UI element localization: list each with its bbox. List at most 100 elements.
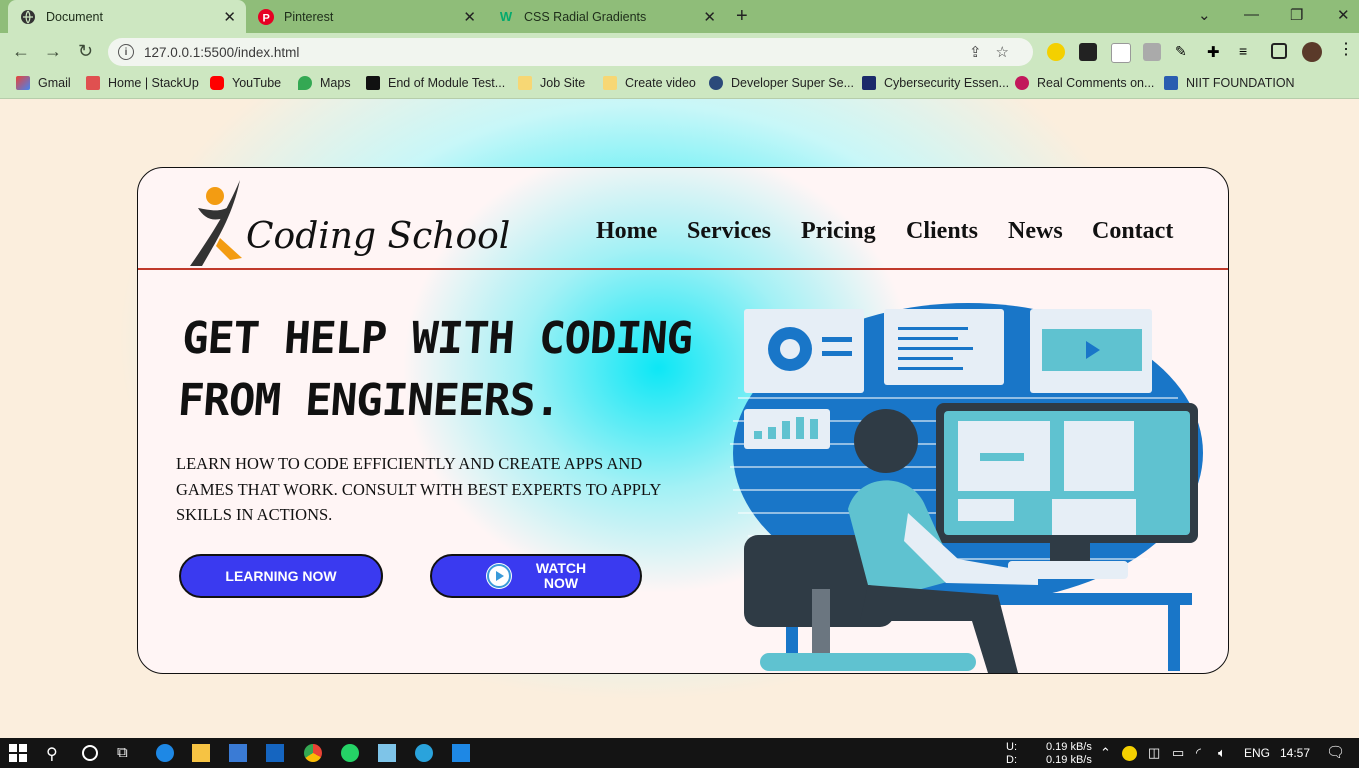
telegram-icon[interactable] <box>415 744 433 762</box>
mail-icon[interactable] <box>266 744 284 762</box>
nav-pricing[interactable]: Pricing <box>801 218 876 245</box>
info-icon[interactable]: i <box>118 44 134 60</box>
reload-icon[interactable]: ↻ <box>78 41 93 62</box>
bookmark-developer[interactable]: Developer Super Se... <box>709 76 854 90</box>
logo-figure-icon <box>190 180 242 266</box>
net-download-label: D: <box>1006 754 1017 766</box>
svg-text:P: P <box>263 12 270 24</box>
edge-icon[interactable] <box>156 744 174 762</box>
hero-headline: GET HELP WITH CODING FROM ENGINEERS. <box>176 308 694 432</box>
meet-icon[interactable]: ◫ <box>1148 745 1160 761</box>
url-text: 127.0.0.1:5500/index.html <box>144 44 300 60</box>
store-icon[interactable] <box>229 744 247 762</box>
w3schools-icon: W <box>499 9 513 24</box>
close-icon[interactable]: ✕ <box>703 8 716 26</box>
watch-now-label: WATCH NOW <box>535 560 587 591</box>
youtube-icon <box>210 76 224 90</box>
nav-services[interactable]: Services <box>687 218 771 245</box>
bookmark-job-site[interactable]: Job Site <box>518 76 585 90</box>
address-bar[interactable]: i 127.0.0.1:5500/index.html ⇪☆ <box>108 38 1033 66</box>
eyedropper-icon[interactable]: ✎ <box>1175 43 1193 61</box>
coding-illustration <box>730 303 1203 673</box>
headline-line-1: GET HELP WITH CODING <box>180 313 694 364</box>
tray-app-icon[interactable] <box>1122 746 1137 761</box>
search-icon[interactable]: ⚲ <box>46 744 64 763</box>
volume-icon[interactable]: 🔈︎ <box>1218 745 1226 761</box>
tab-title: Pinterest <box>284 9 334 24</box>
page-background: Coding School Home Services Pricing Clie… <box>0 99 1359 737</box>
learning-now-button[interactable]: LEARNING NOW <box>179 554 383 598</box>
whatsapp-icon[interactable] <box>341 744 359 762</box>
back-icon[interactable]: ← <box>12 41 30 62</box>
close-icon[interactable]: ✕ <box>223 8 236 26</box>
new-tab-icon[interactable]: + <box>736 5 748 28</box>
gmail-icon <box>16 76 30 90</box>
tab-title: CSS Radial Gradients <box>524 9 647 24</box>
windows-start-icon[interactable] <box>9 744 27 762</box>
task-view-icon[interactable]: ⧉ <box>117 744 135 762</box>
tab-css-radial[interactable]: W CSS Radial Gradients ✕ <box>488 0 726 33</box>
share-star-icons[interactable]: ⇪☆ <box>969 43 1023 61</box>
extension-icon[interactable] <box>1079 43 1097 61</box>
nav-contact[interactable]: Contact <box>1092 218 1173 245</box>
notification-icon[interactable]: 🗨︎ <box>1326 743 1345 761</box>
restore-icon[interactable]: ❐ <box>1290 6 1303 24</box>
language-indicator[interactable]: ENG <box>1244 746 1270 760</box>
media-icon[interactable]: ≡ <box>1239 43 1257 61</box>
file-explorer-icon[interactable] <box>192 744 210 762</box>
pinterest-icon: P <box>258 8 274 25</box>
bookmark-cybersecurity[interactable]: Cybersecurity Essen... <box>862 76 1009 90</box>
comments-icon <box>1015 76 1029 90</box>
bookmark-youtube[interactable]: YouTube <box>210 76 281 90</box>
play-icon <box>485 563 512 589</box>
bookmark-stackup[interactable]: Home | StackUp <box>86 76 199 90</box>
bookmarks-bar: Gmail Home | StackUp YouTube Maps End of… <box>0 70 1359 99</box>
chrome-icon[interactable] <box>304 744 322 762</box>
bookmark-real-comments[interactable]: Real Comments on... <box>1015 76 1154 90</box>
stackup-icon <box>86 76 100 90</box>
c7-icon <box>862 76 876 90</box>
chevron-up-icon[interactable]: ⌃ <box>1100 745 1111 761</box>
minimize-icon[interactable]: — <box>1244 6 1259 23</box>
net-upload-speed: 0.19 kB/s <box>1046 741 1092 753</box>
gc-icon <box>366 76 380 90</box>
headline-line-2: FROM ENGINEERS. <box>176 375 563 426</box>
browser-toolbar: ← → ↻ i 127.0.0.1:5500/index.html ⇪☆ ✎ ✚… <box>0 33 1359 70</box>
folder-icon <box>603 76 617 90</box>
puzzle-icon[interactable]: ✚ <box>1207 43 1225 61</box>
bookmark-end-module[interactable]: End of Module Test... <box>366 76 505 90</box>
maps-icon <box>298 76 312 90</box>
globe-icon <box>20 9 36 25</box>
nav-home[interactable]: Home <box>596 218 657 245</box>
extension-icon[interactable] <box>1143 43 1161 61</box>
forward-icon[interactable]: → <box>44 41 62 62</box>
nav-clients[interactable]: Clients <box>906 218 978 245</box>
vscode-icon[interactable] <box>452 744 470 762</box>
avatar[interactable] <box>1302 42 1322 62</box>
hero-description: LEARN HOW TO CODE EFFICIENTLY AND CREATE… <box>176 454 661 524</box>
watch-now-button[interactable]: WATCH NOW <box>430 554 642 598</box>
menu-icon[interactable]: ⋮ <box>1338 39 1356 58</box>
close-icon[interactable]: ✕ <box>463 8 476 26</box>
tab-document[interactable]: Document ✕ <box>8 0 246 33</box>
tab-pinterest[interactable]: P Pinterest ✕ <box>248 0 486 33</box>
clock[interactable]: 14:57 <box>1280 746 1310 760</box>
notepad-icon[interactable] <box>378 744 396 762</box>
logo-text[interactable]: Coding School <box>246 216 510 257</box>
hero-card: Coding School Home Services Pricing Clie… <box>137 167 1229 674</box>
bookmark-create-video[interactable]: Create video <box>603 76 696 90</box>
bookmark-niit[interactable]: NIIT FOUNDATION <box>1164 76 1295 90</box>
extension-icon[interactable] <box>1111 43 1131 63</box>
net-download-speed: 0.19 kB/s <box>1046 754 1092 766</box>
bookmark-gmail[interactable]: Gmail <box>16 76 71 90</box>
tab-strip: Document ✕ P Pinterest ✕ W CSS Radial Gr… <box>0 0 1359 33</box>
battery-icon[interactable]: ▭ <box>1172 745 1184 761</box>
bookmark-maps[interactable]: Maps <box>298 76 351 90</box>
chevron-down-icon[interactable]: ⌄ <box>1198 6 1211 24</box>
nav-news[interactable]: News <box>1008 218 1063 245</box>
extension-icon[interactable] <box>1047 43 1065 61</box>
close-window-icon[interactable]: ✕ <box>1337 6 1350 24</box>
sidepanel-icon[interactable] <box>1271 43 1287 59</box>
cortana-icon[interactable] <box>81 744 99 762</box>
wifi-icon[interactable]: ◜ <box>1196 745 1201 761</box>
